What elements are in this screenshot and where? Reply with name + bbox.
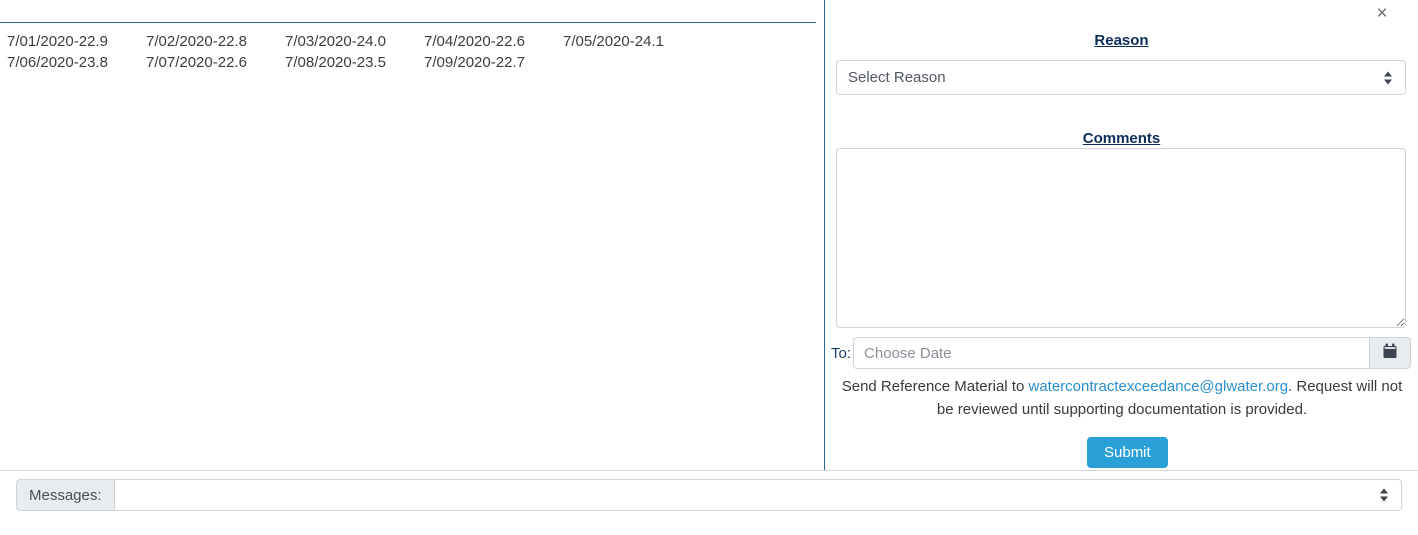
to-date-label: To:	[831, 344, 852, 362]
comments-textarea[interactable]	[836, 148, 1406, 328]
reason-label: Reason	[1094, 32, 1149, 49]
reference-email-link[interactable]: watercontractexceedance@glwater.org	[1029, 378, 1289, 395]
reading-item: 7/01/2020-22.9	[7, 33, 108, 50]
request-form-panel: × Reason Select Reason Comments To: Choo…	[825, 0, 1418, 470]
reading-item: 7/09/2020-22.7	[424, 54, 525, 71]
reason-selected-value: Select Reason	[848, 69, 946, 86]
reason-select[interactable]: Select Reason	[836, 60, 1406, 95]
comments-label: Comments	[1082, 130, 1161, 147]
readings-panel: 7/01/2020-22.9 7/02/2020-22.8 7/03/2020-…	[0, 0, 824, 470]
reading-item: 7/05/2020-24.1	[563, 33, 664, 50]
panel-top-divider	[0, 22, 816, 23]
readings-grid: 7/01/2020-22.9 7/02/2020-22.8 7/03/2020-…	[0, 31, 816, 73]
messages-separator	[0, 470, 1418, 471]
reference-note-prefix: Send Reference Material to	[841, 378, 1029, 395]
calendar-icon	[1382, 343, 1398, 363]
reading-item: 7/03/2020-24.0	[285, 33, 386, 50]
chevron-updown-icon	[1384, 70, 1393, 85]
chevron-updown-icon	[1380, 488, 1389, 503]
reading-item: 7/02/2020-22.8	[146, 33, 247, 50]
reference-material-note: Send Reference Material to watercontract…	[833, 375, 1411, 421]
close-icon[interactable]: ×	[1371, 3, 1393, 25]
exceedance-request-dialog: 7/01/2020-22.9 7/02/2020-22.8 7/03/2020-…	[0, 0, 1418, 535]
reading-item: 7/08/2020-23.5	[285, 54, 386, 71]
messages-select[interactable]	[113, 479, 1402, 511]
messages-label: Messages:	[16, 479, 114, 511]
reading-item: 7/06/2020-23.8	[7, 54, 108, 71]
reading-item: 7/04/2020-22.6	[424, 33, 525, 50]
to-date-row: To:	[831, 337, 1411, 369]
messages-bar: Messages:	[16, 479, 1402, 511]
calendar-picker-button[interactable]	[1369, 337, 1411, 369]
reading-item: 7/07/2020-22.6	[146, 54, 247, 71]
date-input[interactable]	[853, 337, 1369, 369]
submit-button[interactable]: Submit	[1087, 437, 1168, 468]
